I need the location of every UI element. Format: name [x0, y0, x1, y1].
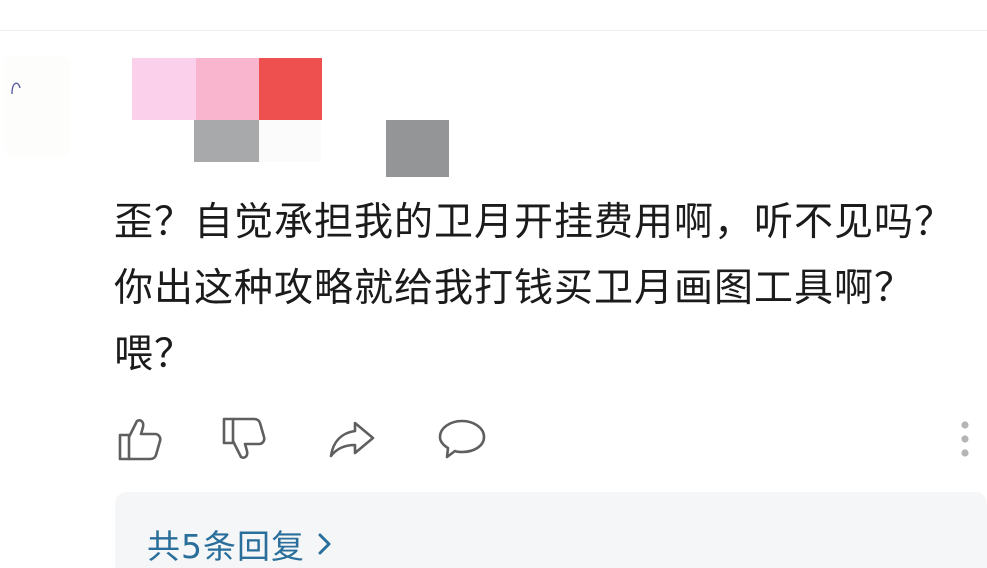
mosaic-block	[386, 120, 449, 177]
mosaic-block	[132, 58, 196, 120]
reply-button[interactable]	[436, 414, 488, 464]
mosaic-block	[259, 120, 321, 162]
share-button[interactable]	[326, 414, 378, 464]
thumbs-up-icon	[118, 419, 162, 461]
thumbs-down-icon	[222, 417, 266, 459]
dislike-button[interactable]	[218, 414, 270, 464]
replies-panel: 共5条回复	[115, 492, 987, 568]
mosaic-block	[196, 58, 259, 120]
more-options-button[interactable]	[950, 414, 980, 464]
mosaic-block	[194, 120, 259, 162]
like-button[interactable]	[114, 414, 166, 464]
mosaic-block	[259, 58, 322, 120]
comment-action-bar	[114, 414, 974, 464]
avatar[interactable]	[4, 56, 70, 156]
divider	[0, 30, 987, 31]
comment-page: 歪？自觉承担我的卫月开挂费用啊，听不见吗？你出这种攻略就给我打钱买卫月画图工具啊…	[0, 0, 987, 568]
vertical-ellipsis-icon	[961, 421, 969, 457]
comment-text: 歪？自觉承担我的卫月开挂费用啊，听不见吗？你出这种攻略就给我打钱买卫月画图工具啊…	[114, 200, 955, 377]
view-replies-link[interactable]: 共5条回复	[147, 520, 333, 568]
avatar-sketch-icon	[11, 82, 21, 95]
username-mosaic[interactable]	[130, 58, 460, 178]
replies-count-label: 共5条回复	[147, 527, 305, 566]
share-arrow-icon	[329, 421, 375, 458]
speech-bubble-icon	[438, 419, 486, 459]
chevron-right-icon	[317, 531, 333, 557]
